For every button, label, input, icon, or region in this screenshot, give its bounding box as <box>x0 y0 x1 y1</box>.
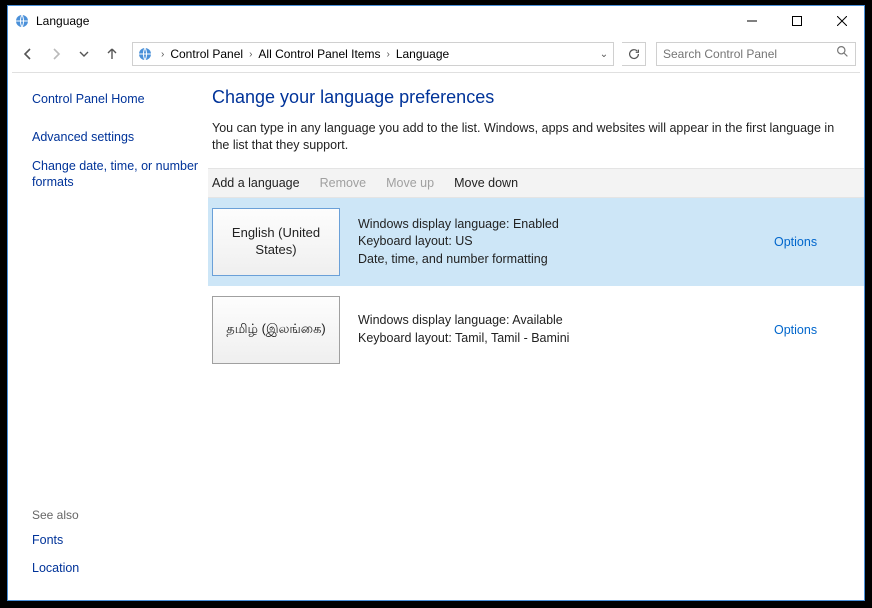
search-input[interactable] <box>663 47 836 61</box>
back-button[interactable] <box>16 42 40 66</box>
up-button[interactable] <box>100 42 124 66</box>
minimize-button[interactable] <box>729 7 774 36</box>
language-tile[interactable]: தமிழ் (இலங்கை) <box>212 296 340 364</box>
language-list: English (United States)Windows display l… <box>208 198 864 600</box>
refresh-button[interactable] <box>622 42 646 66</box>
page-heading: Change your language preferences <box>208 87 864 108</box>
chevron-right-icon[interactable]: › <box>382 49 393 60</box>
sidebar-home-link[interactable]: Control Panel Home <box>32 91 200 107</box>
search-icon[interactable] <box>836 45 849 63</box>
chevron-right-icon[interactable]: › <box>245 49 256 60</box>
see-also-label: See also <box>32 508 200 522</box>
language-tile[interactable]: English (United States) <box>212 208 340 276</box>
add-language-button[interactable]: Add a language <box>212 176 300 190</box>
language-info-line: Keyboard layout: Tamil, Tamil - Bamini <box>358 330 774 348</box>
forward-button[interactable] <box>44 42 68 66</box>
language-info: Windows display language: EnabledKeyboar… <box>348 208 774 276</box>
sidebar-link-date-formats[interactable]: Change date, time, or number formats <box>32 158 200 191</box>
chevron-right-icon[interactable]: › <box>157 49 168 60</box>
window: Language › Control Panel › All Control P… <box>7 5 865 601</box>
search-box[interactable] <box>656 42 856 66</box>
language-toolbar: Add a language Remove Move up Move down <box>208 168 864 198</box>
language-info-line: Windows display language: Enabled <box>358 216 774 234</box>
remove-button[interactable]: Remove <box>320 176 367 190</box>
recent-locations-button[interactable] <box>72 42 96 66</box>
language-row[interactable]: தமிழ் (இலங்கை)Windows display language: … <box>208 286 864 374</box>
titlebar: Language <box>8 6 864 36</box>
language-info-line: Windows display language: Available <box>358 312 774 330</box>
navbar: › Control Panel › All Control Panel Item… <box>8 36 864 72</box>
content: Control Panel Home Advanced settings Cha… <box>8 73 864 600</box>
maximize-button[interactable] <box>774 7 819 36</box>
language-info-line: Date, time, and number formatting <box>358 251 774 269</box>
breadcrumb-all-items[interactable]: All Control Panel Items <box>256 47 382 61</box>
language-options-cell: Options <box>774 296 864 364</box>
window-controls <box>729 7 864 36</box>
close-button[interactable] <box>819 7 864 36</box>
sidebar: Control Panel Home Advanced settings Cha… <box>8 73 208 600</box>
language-options-link[interactable]: Options <box>774 235 817 249</box>
main-panel: Change your language preferences You can… <box>208 73 864 600</box>
window-title: Language <box>36 14 729 28</box>
sidebar-link-fonts[interactable]: Fonts <box>32 532 200 548</box>
breadcrumb-language[interactable]: Language <box>394 47 451 61</box>
sidebar-link-advanced[interactable]: Advanced settings <box>32 129 200 145</box>
move-down-button[interactable]: Move down <box>454 176 518 190</box>
address-bar[interactable]: › Control Panel › All Control Panel Item… <box>132 42 614 66</box>
sidebar-link-location[interactable]: Location <box>32 560 200 576</box>
breadcrumb-control-panel[interactable]: Control Panel <box>168 47 245 61</box>
address-dropdown-button[interactable]: ⌄ <box>595 49 613 60</box>
move-up-button[interactable]: Move up <box>386 176 434 190</box>
language-options-cell: Options <box>774 208 864 276</box>
language-info: Windows display language: AvailableKeybo… <box>348 296 774 364</box>
page-description: You can type in any language you add to … <box>208 120 864 154</box>
language-row[interactable]: English (United States)Windows display l… <box>208 198 864 286</box>
language-options-link[interactable]: Options <box>774 323 817 337</box>
language-app-icon <box>14 13 30 29</box>
language-info-line: Keyboard layout: US <box>358 233 774 251</box>
language-path-icon <box>137 46 153 62</box>
